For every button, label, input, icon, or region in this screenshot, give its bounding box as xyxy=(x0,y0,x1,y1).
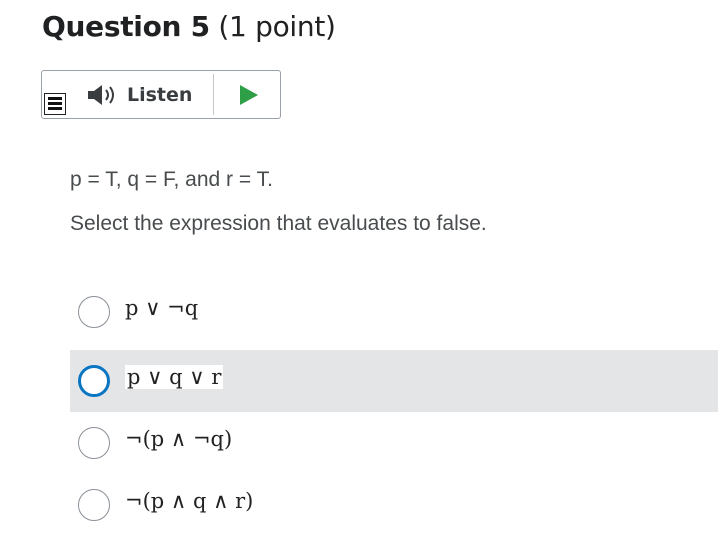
option-expression: p ∨ ¬q xyxy=(125,296,199,320)
play-button[interactable] xyxy=(236,83,260,107)
menu-icon[interactable] xyxy=(44,93,66,115)
answer-option[interactable]: p ∨ ¬q xyxy=(70,281,718,343)
radio-button[interactable] xyxy=(78,427,110,459)
question-points: (1 point) xyxy=(218,10,336,43)
answer-option[interactable]: ¬(p ∧ q ∧ r) xyxy=(70,474,718,536)
answer-option[interactable]: p ∨ q ∨ r xyxy=(70,350,718,412)
listen-divider xyxy=(213,74,214,115)
listen-widget: Listen xyxy=(41,70,281,119)
radio-button[interactable] xyxy=(78,296,110,328)
answer-option[interactable]: ¬(p ∧ ¬q) xyxy=(70,412,718,474)
given-values-text: p = T, q = F, and r = T. xyxy=(70,168,273,191)
listen-button[interactable]: Listen xyxy=(86,79,192,111)
option-expression: ¬(p ∧ ¬q) xyxy=(125,427,233,451)
play-icon xyxy=(240,85,258,105)
radio-button[interactable] xyxy=(78,489,110,521)
question-label: Question 5 xyxy=(42,10,210,43)
radio-button[interactable] xyxy=(78,365,110,397)
question-title: Question 5 (1 point) xyxy=(42,10,336,43)
option-expression: ¬(p ∧ q ∧ r) xyxy=(125,489,254,513)
speaker-icon xyxy=(86,83,118,107)
option-expression: p ∨ q ∨ r xyxy=(125,365,224,389)
question-prompt: Select the expression that evaluates to … xyxy=(70,212,487,235)
listen-label: Listen xyxy=(127,84,193,106)
